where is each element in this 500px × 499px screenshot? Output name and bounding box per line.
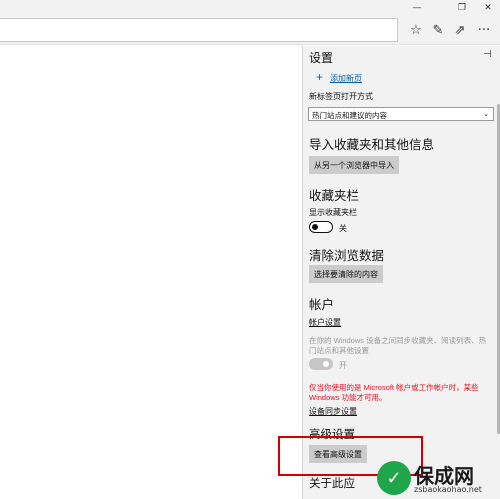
favorites-icon[interactable]: ☆: [406, 20, 426, 40]
sync-description-line-2: 门站点和其他设置: [309, 346, 369, 355]
import-heading: 导入收藏夹和其他信息: [309, 138, 435, 152]
title-bar: — ❐ ✕: [0, 0, 500, 15]
account-warning-line-2: Windows 功能才可用。: [309, 393, 387, 402]
clear-data-heading: 清除浏览数据: [309, 249, 385, 263]
more-icon[interactable]: ···: [474, 20, 494, 40]
account-heading: 帐户: [309, 298, 335, 312]
browser-toolbar: ☆ ✎ ⇗ ···: [0, 15, 500, 45]
device-sync-link[interactable]: 设备同步设置: [309, 406, 357, 417]
pin-icon[interactable]: ⊣: [483, 49, 492, 60]
favorites-bar-heading: 收藏夹栏: [309, 189, 360, 203]
about-heading: 关于此应: [309, 478, 355, 490]
show-favorites-bar-label: 显示收藏夹栏: [309, 208, 357, 217]
new-tab-select-value: 热门站点和建议的内容: [312, 111, 387, 120]
favorites-bar-toggle-state: 关: [339, 224, 347, 233]
new-tab-select[interactable]: 热门站点和建议的内容 ⌄: [308, 107, 494, 121]
watermark-url: zsbaokaohao.net: [414, 485, 482, 494]
account-settings-link[interactable]: 帐户设置: [309, 317, 341, 328]
address-bar[interactable]: [0, 18, 398, 42]
watermark-logo-icon: ✓: [377, 461, 411, 495]
add-icon[interactable]: +: [316, 70, 323, 84]
import-button[interactable]: 从另一个浏览器中导入: [309, 156, 399, 174]
sync-toggle: [309, 358, 333, 370]
notes-icon[interactable]: ✎: [428, 20, 448, 40]
settings-title: 设置: [309, 51, 334, 65]
add-new-page-link[interactable]: 添加新页: [330, 73, 362, 84]
minimize-icon[interactable]: —: [405, 0, 429, 15]
new-tab-open-label: 新标签页打开方式: [309, 92, 373, 101]
favorites-bar-toggle[interactable]: [309, 221, 333, 233]
chevron-down-icon: ⌄: [483, 111, 489, 118]
choose-clear-button[interactable]: 选择要清除的内容: [309, 265, 383, 283]
close-icon[interactable]: ✕: [476, 0, 500, 15]
page-content: [0, 46, 302, 499]
sync-toggle-state: 开: [339, 361, 347, 370]
share-icon[interactable]: ⇗: [450, 20, 470, 40]
settings-panel: 设置 ⊣ + 添加新页 新标签页打开方式 热门站点和建议的内容 ⌄ 导入收藏夹和…: [302, 46, 500, 499]
restore-icon[interactable]: ❐: [450, 0, 474, 15]
